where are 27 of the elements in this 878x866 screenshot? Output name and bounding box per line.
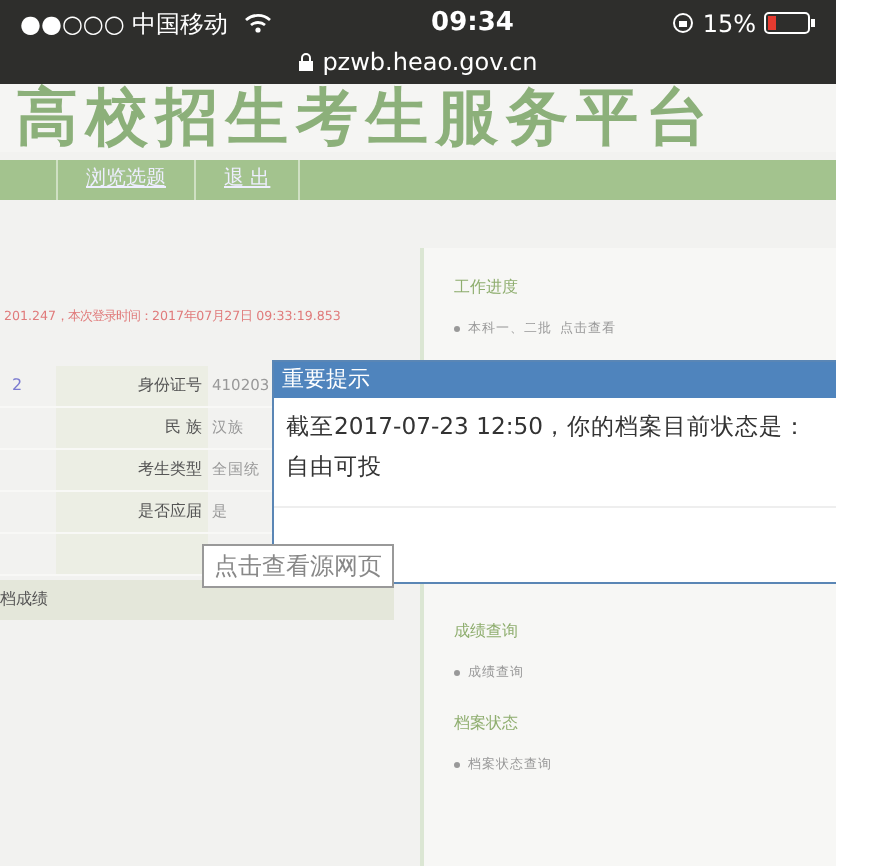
battery-percent: 15% (702, 7, 756, 42)
tooltip: 点击查看源网页 (202, 544, 394, 588)
table-cell: 2 (12, 376, 23, 394)
label-cell: 身份证号 (56, 366, 208, 406)
bullet-icon (454, 326, 460, 333)
carrier-text: ●●○○○ 中国移动 (20, 7, 229, 42)
label-cell: 考生类型 (56, 450, 208, 490)
label-cell: 是否应届 (56, 492, 208, 532)
dialog-message: 自由可投 (286, 450, 384, 484)
rotation-lock-icon (672, 12, 695, 35)
clock-text: 09:34 (431, 6, 514, 42)
score-row: 档成绩 (0, 580, 394, 620)
site-title: 高校招生考生服务平台 (16, 84, 716, 152)
lock-icon (298, 51, 315, 71)
label-cell: 民 族 (56, 408, 208, 448)
section-heading: 档案状态 (454, 711, 520, 736)
nav-link[interactable]: 浏览选题 (58, 160, 196, 200)
nav-link[interactable]: 退 出 (196, 160, 301, 200)
url-text[interactable]: pzwb.heao.gov.cn (322, 43, 538, 79)
section-heading: 工作进度 (454, 276, 520, 300)
dialog-title: 重要提示 (274, 362, 836, 398)
section-heading: 成绩查询 (454, 620, 520, 644)
battery-icon (763, 12, 816, 35)
bullet-icon (454, 670, 460, 677)
wifi-icon (244, 12, 273, 35)
bullet-icon (454, 762, 460, 769)
dialog-message: 截至2017-07-23 12:50，你的档案目前状态是： (286, 410, 809, 444)
